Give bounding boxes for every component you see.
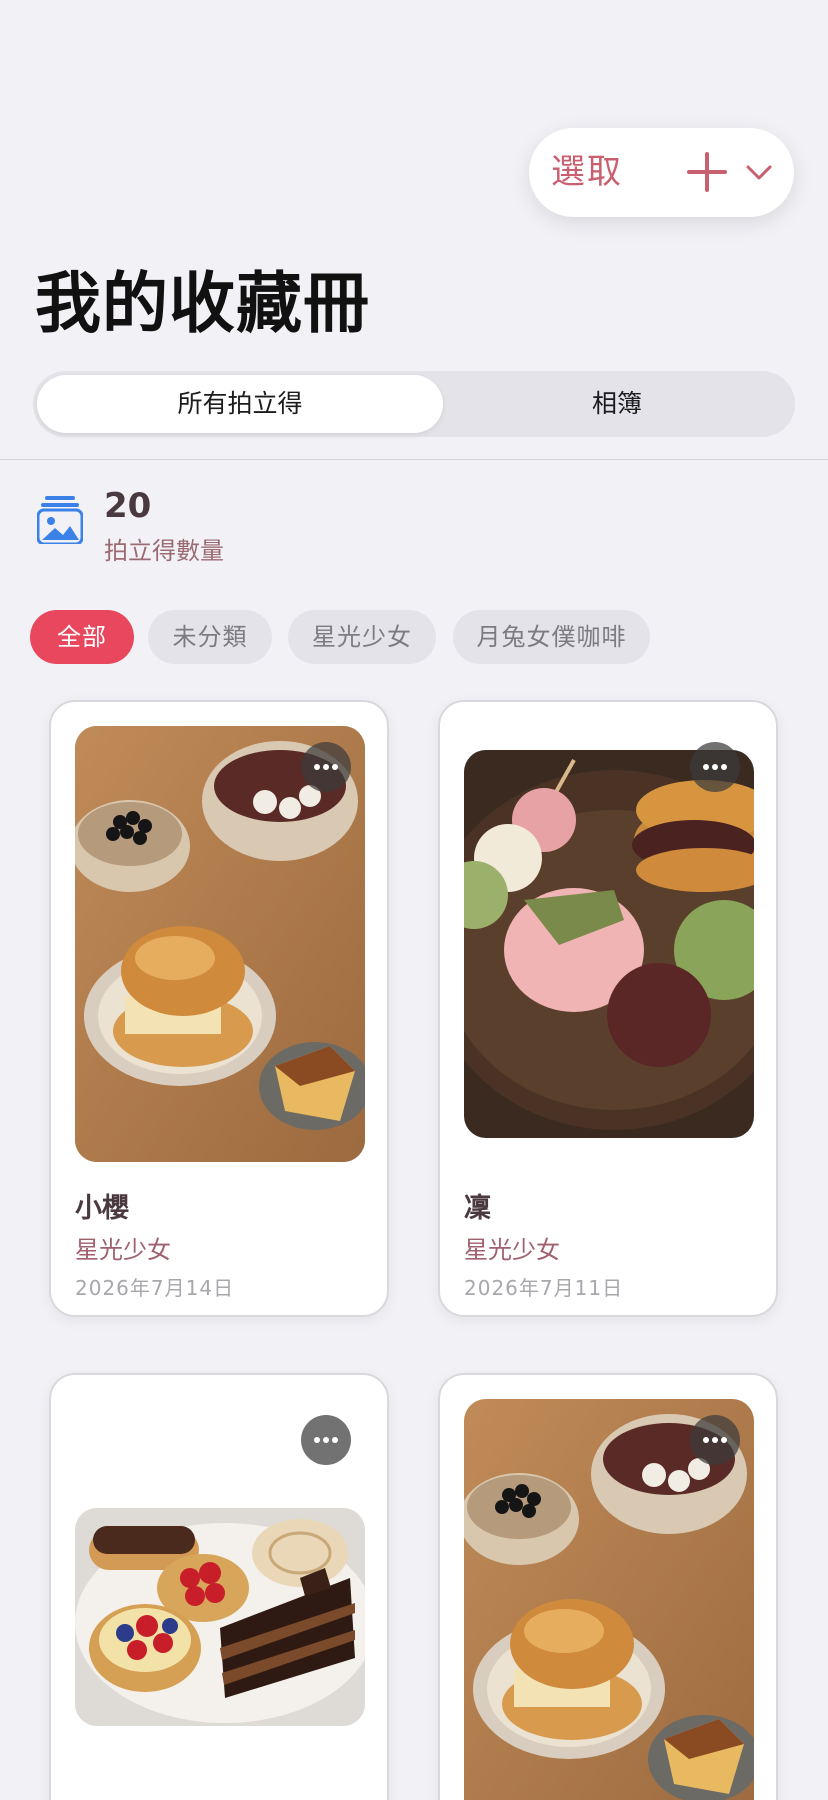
polaroid-card[interactable]: 小櫻 星光少女 2026年7月14日 (49, 700, 389, 1317)
tab-albums[interactable]: 相簿 (443, 375, 791, 433)
app-root: 選取 我的收藏冊 所有拍立得 相簿 20 拍立得數量 全部 未分類 星光少女 月… (0, 0, 828, 1800)
top-action-pill: 選取 (529, 128, 794, 217)
card-name: 小櫻 (75, 1193, 129, 1224)
add-button[interactable] (681, 146, 733, 198)
filter-chip-starlight-girl[interactable]: 星光少女 (288, 610, 436, 664)
menu-dropdown-button[interactable] (739, 152, 779, 192)
plus-icon (687, 152, 727, 192)
more-options-button[interactable] (690, 742, 740, 792)
section-divider (0, 459, 828, 460)
polaroid-card[interactable]: 凜 星光少女 2026年7月11日 (438, 700, 778, 1317)
polaroid-count-label: 拍立得數量 (104, 537, 224, 565)
ellipsis-icon (314, 1437, 338, 1443)
more-options-button[interactable] (301, 1415, 351, 1465)
card-category: 星光少女 (464, 1236, 560, 1264)
more-options-button[interactable] (690, 1415, 740, 1465)
card-date: 2026年7月14日 (75, 1276, 235, 1300)
card-name: 凜 (464, 1193, 491, 1224)
polaroid-card[interactable] (49, 1373, 389, 1800)
card-date: 2026年7月11日 (464, 1276, 624, 1300)
polaroid-photo (464, 750, 754, 1138)
tab-all-polaroids[interactable]: 所有拍立得 (37, 375, 443, 433)
page-title: 我的收藏冊 (35, 265, 370, 342)
select-button[interactable]: 選取 (551, 128, 623, 217)
filter-chip-all[interactable]: 全部 (30, 610, 134, 664)
polaroid-card[interactable] (438, 1373, 778, 1800)
ellipsis-icon (703, 1437, 727, 1443)
chevron-down-icon (746, 165, 772, 180)
ellipsis-icon (314, 764, 338, 770)
polaroid-photo (75, 1508, 365, 1726)
photo-stack-icon (37, 496, 83, 544)
more-options-button[interactable] (301, 742, 351, 792)
polaroid-count: 20 (104, 486, 152, 526)
view-segmented-control: 所有拍立得 相簿 (33, 371, 795, 437)
card-category: 星光少女 (75, 1236, 171, 1264)
filter-chip-uncategorized[interactable]: 未分類 (148, 610, 272, 664)
ellipsis-icon (703, 764, 727, 770)
filter-chip-moon-rabbit-maid-cafe[interactable]: 月兔女僕咖啡 (453, 610, 650, 664)
